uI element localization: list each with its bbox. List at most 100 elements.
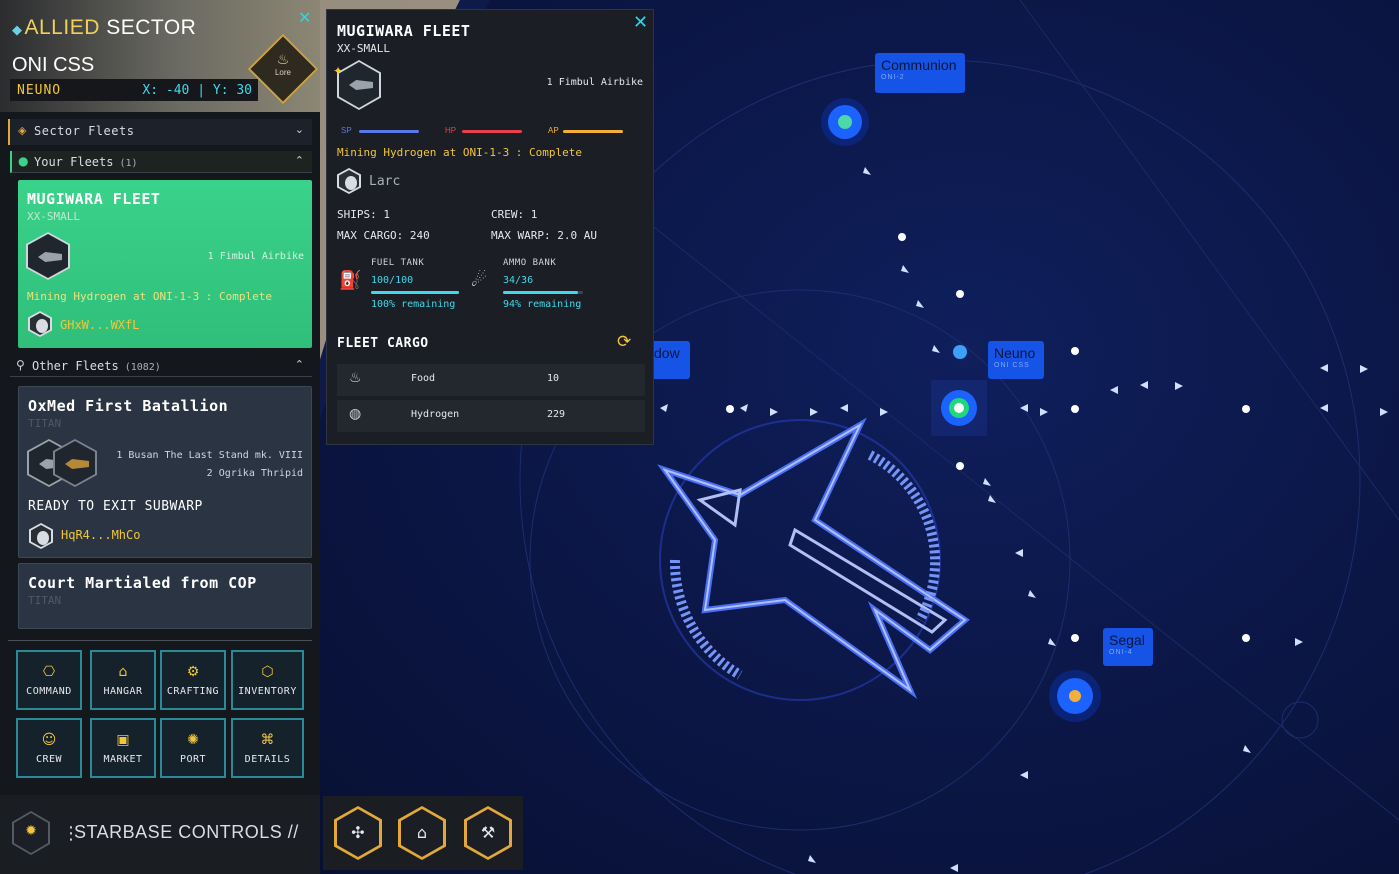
crew-icon: ☺ [41, 732, 57, 748]
nav-details-button[interactable]: ⌘ DETAILS [231, 718, 304, 778]
left-panel: ◆ALLIED SECTOR ✕ ONI CSS NEUNO X: -40 | … [0, 0, 320, 874]
sector-header: ◆ALLIED SECTOR ✕ ONI CSS NEUNO X: -40 | … [0, 0, 320, 112]
other-fleet-card[interactable]: OxMed First Batallion TITAN 1 Busan The … [18, 386, 312, 558]
system-sub: ONI CSS [994, 362, 1030, 369]
nav-label: CREW [35, 754, 63, 765]
nav-inventory-button[interactable]: ⬡ INVENTORY [231, 650, 304, 710]
ammo-label: AMMO BANK [503, 258, 557, 268]
avatar [28, 311, 52, 337]
stat-bars: SP HP AP [341, 126, 631, 138]
divider [8, 640, 312, 641]
fuel-value: 100/100 [371, 275, 414, 286]
system-name: ONI CSS [12, 54, 95, 76]
chevron-down-icon: ⌄ [294, 123, 304, 136]
food-icon: ♨ [349, 370, 362, 386]
system-label-segal[interactable]: Segal ONI-4 [1103, 628, 1153, 666]
ship-thumbnail [26, 232, 70, 280]
fleet-status: Mining Hydrogen at ONI-1-3 : Complete [337, 146, 583, 159]
fuel-bar [371, 291, 459, 294]
close-icon[interactable]: ✕ [633, 12, 648, 33]
airbike-icon [38, 252, 62, 262]
nav-label: COMMAND [26, 686, 72, 697]
ap-bar [563, 130, 623, 133]
fleet-markers [660, 167, 1388, 872]
command-icon: ⎔ [42, 664, 56, 680]
sp-label: SP [341, 126, 352, 135]
market-icon: ▣ [116, 732, 130, 748]
fleet-owner[interactable]: GHxW...WXfL [60, 318, 139, 332]
your-fleets-header[interactable]: ● Your Fleets (1) ⌃ [10, 151, 312, 173]
details-icon: ⌘ [260, 732, 275, 748]
fleet-owner[interactable]: HqR4...MhCo [61, 528, 140, 542]
chevron-up-icon: ⌃ [294, 358, 304, 371]
system-sub: ONI-2 [881, 74, 905, 81]
system-name: Communion [881, 57, 957, 73]
starbase-icon: ✹ [25, 823, 37, 839]
max-warp: MAX WARP: 2.0 AU [491, 229, 597, 242]
star-segal [1049, 670, 1101, 722]
hp-bar [462, 130, 522, 133]
sp-bar [359, 130, 419, 133]
sector-fleets-header[interactable]: ◈ Sector Fleets ⌄ [8, 119, 312, 145]
fleet-class: XX-SMALL [27, 210, 80, 223]
subwarp-button[interactable]: ✣ [334, 806, 382, 860]
fleet-detail-popup: MUGIWARA FLEET XX-SMALL ✕ ✦ 1 Fimbul Air… [326, 9, 654, 445]
ammo-remaining: 94% remaining [503, 299, 582, 310]
fleet-class: TITAN [28, 417, 62, 430]
fleet-count: (1) [119, 158, 138, 169]
fleet-name: MUGIWARA FLEET [337, 22, 471, 40]
star-neuno [931, 380, 987, 436]
nav-port-button[interactable]: ✺ PORT [160, 718, 226, 778]
fleet-ship-line: 2 Ogrika Thripid [206, 468, 303, 479]
other-fleet-card[interactable]: Court Martialed from COP TITAN [18, 563, 312, 629]
nav-crafting-button[interactable]: ⚙ CRAFTING [160, 650, 226, 710]
chevron-up-icon: ⌃ [294, 154, 304, 167]
nav-label: MARKET [103, 754, 143, 765]
sector-title-accent: ALLIED [24, 16, 100, 39]
port-icon: ✺ [187, 732, 199, 748]
fleet-ship-line: 1 Busan The Last Stand mk. VIII [116, 450, 303, 461]
crew-count: CREW: 1 [491, 208, 538, 221]
nav-hangar-button[interactable]: ⌂ HANGAR [90, 650, 156, 710]
system-name: dow [654, 345, 680, 361]
section-title: Other Fleets (1082) [32, 359, 161, 373]
dock-button[interactable]: ⌂ [398, 806, 446, 860]
fleet-state: READY TO EXIT SUBWARP [28, 499, 203, 514]
close-icon[interactable]: ✕ [298, 8, 311, 27]
ap-label: AP [548, 126, 559, 135]
system-label-communion[interactable]: Communion ONI-2 [875, 53, 965, 93]
nav-command-button[interactable]: ⎔ COMMAND [16, 650, 82, 710]
crafting-icon: ⚙ [186, 664, 200, 680]
mining-button[interactable]: ⚒ [464, 806, 512, 860]
ammo-icon: ☄ [471, 270, 488, 291]
fleet-name: OxMed First Batallion [28, 397, 229, 415]
ship-thumbnail[interactable] [337, 60, 381, 110]
refresh-icon[interactable]: ⟳ [617, 332, 631, 352]
cargo-qty: 229 [547, 409, 566, 420]
cargo-row: ◍ Hydrogen 229 [337, 400, 645, 432]
nav-market-button[interactable]: ▣ MARKET [90, 718, 156, 778]
section-title: Your Fleets (1) [34, 155, 138, 169]
lore-icon: ♨ [276, 52, 290, 68]
lore-button[interactable]: ♨ Lore [258, 44, 308, 94]
nav-label: CRAFTING [166, 686, 220, 697]
system-label-neuno[interactable]: Neuno ONI CSS [988, 341, 1044, 379]
starbase-icon-frame: ✹ [12, 811, 50, 855]
other-fleets-label: Other Fleets [32, 359, 119, 373]
other-fleets-header[interactable]: ⚲ Other Fleets (1082) ⌃ [10, 355, 312, 377]
captain-name: Larc [369, 174, 401, 189]
mining-icon: ⚒ [480, 823, 496, 842]
nav-crew-button[interactable]: ☺ CREW [16, 718, 82, 778]
avatar [337, 168, 361, 194]
fleet-class: TITAN [28, 594, 62, 607]
system-name: Segal [1109, 632, 1145, 648]
system-label-shadow[interactable]: dow [650, 341, 690, 379]
nav-label: HANGAR [103, 686, 143, 697]
ammo-value: 34/36 [503, 275, 534, 286]
max-cargo: MAX CARGO: 240 [337, 229, 430, 242]
planet-name: NEUNO [17, 83, 62, 98]
starbase-controls[interactable]: ✹ ⋮ STARBASE CONTROLS // [0, 795, 320, 874]
fleet-ships: 1 Fimbul Airbike [546, 77, 643, 88]
fleet-ships: 1 Busan The Last Stand mk. VIII 2 Ogrika… [116, 447, 303, 483]
your-fleet-card[interactable]: MUGIWARA FLEET XX-SMALL 1 Fimbul Airbike… [18, 180, 312, 348]
